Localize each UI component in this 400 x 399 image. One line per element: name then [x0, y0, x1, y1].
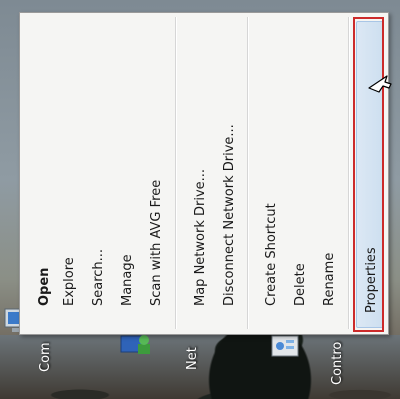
menu-item-open[interactable]: Open — [30, 13, 58, 336]
menu-item-manage[interactable]: Manage — [113, 13, 141, 336]
menu-item-label: Search... — [91, 248, 106, 306]
mouse-cursor-icon — [367, 74, 393, 94]
menu-item-label: Explore — [62, 257, 77, 306]
menu-item-map-network-drive[interactable]: Map Network Drive... — [186, 13, 214, 336]
menu-separator — [348, 17, 350, 329]
menu-item-search[interactable]: Search... — [84, 13, 112, 336]
menu-item-delete[interactable]: Delete — [286, 13, 314, 336]
menu-item-label: Manage — [120, 254, 135, 306]
menu-separator — [247, 17, 249, 329]
control-panel-label[interactable]: Contro — [330, 342, 345, 385]
menu-item-rename[interactable]: Rename — [315, 13, 343, 336]
menu-item-create-shortcut[interactable]: Create Shortcut — [257, 13, 285, 336]
menu-item-label: Map Network Drive... — [193, 168, 208, 306]
menu-item-label: Scan with AVG Free — [149, 179, 164, 306]
menu-item-label: Create Shortcut — [264, 203, 279, 306]
highlight-annotation — [353, 17, 384, 332]
network-label[interactable]: Net — [185, 347, 200, 370]
menu-item-label: Delete — [293, 263, 308, 306]
menu-separator — [175, 17, 177, 329]
menu-item-label: Disconnect Network Drive... — [222, 124, 237, 306]
desktop: Com Net Contro Open Explore Search... Ma… — [0, 0, 400, 399]
computer-label[interactable]: Com — [38, 342, 53, 372]
menu-item-scan-avg[interactable]: Scan with AVG Free — [142, 13, 170, 336]
menu-item-label: Open — [37, 267, 52, 306]
menu-item-label: Rename — [322, 252, 337, 306]
context-menu: Open Explore Search... Manage Scan with … — [19, 12, 389, 335]
menu-item-explore[interactable]: Explore — [55, 13, 83, 336]
menu-item-disconnect-network-drive[interactable]: Disconnect Network Drive... — [215, 13, 243, 336]
